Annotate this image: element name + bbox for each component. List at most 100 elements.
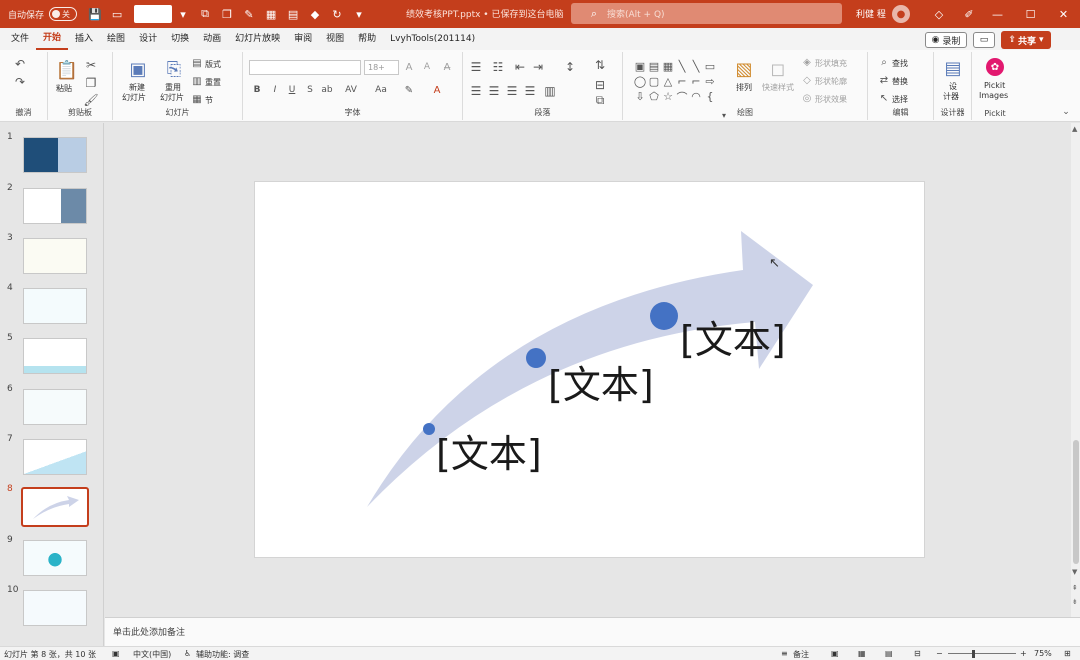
user-name[interactable]: 利健 程 — [856, 7, 886, 20]
zoom-out-icon[interactable]: − — [936, 649, 943, 658]
small-dot[interactable] — [423, 423, 435, 435]
text-placeholder-1[interactable]: [文本] — [436, 435, 542, 473]
shape-icon[interactable]: ◆ — [307, 6, 323, 22]
autosave-control[interactable]: 自动保存 关 — [8, 7, 78, 21]
pickit-logo-icon[interactable]: ✿ — [986, 58, 1004, 76]
bold-icon[interactable]: B — [251, 83, 263, 97]
zoom-slider[interactable] — [948, 653, 1016, 654]
char-spacing-icon[interactable]: AV — [344, 83, 358, 97]
change-case-icon[interactable]: Aa — [372, 83, 390, 97]
line-spacing-icon[interactable]: ↕ — [563, 60, 577, 74]
autosave-toggle[interactable]: 关 — [49, 7, 78, 21]
section-label[interactable]: 节 — [205, 95, 213, 106]
copy-icon[interactable]: ❐ — [219, 6, 235, 22]
premium-icon[interactable]: ◇ — [931, 6, 947, 22]
slide-thumbnail-10[interactable] — [23, 590, 87, 626]
slide-thumbnail-7[interactable] — [23, 439, 87, 475]
decrease-font-icon[interactable]: A — [420, 60, 434, 74]
slide-thumbnail-4[interactable] — [23, 288, 87, 324]
record-button[interactable]: ◉ 录制 — [925, 32, 967, 48]
zoom-level[interactable]: 75% — [1034, 649, 1052, 658]
zoom-in-icon[interactable]: + — [1020, 649, 1027, 658]
tab-transitions[interactable]: 切换 — [164, 28, 196, 50]
slide-thumbnail-5[interactable] — [23, 338, 87, 374]
slide-thumbnail-3[interactable] — [23, 238, 87, 274]
layout-label[interactable]: 版式 — [205, 59, 221, 70]
font-color-icon[interactable]: A — [430, 83, 444, 97]
redo-icon[interactable]: ↷ — [12, 75, 28, 89]
text-direction-icon[interactable]: ⇅ — [593, 58, 607, 72]
align-center-icon[interactable]: ☰ — [487, 84, 501, 98]
shapes-more-icon[interactable]: ▾ — [719, 110, 729, 120]
avatar[interactable]: ● — [892, 5, 910, 23]
close-icon[interactable]: ✕ — [1047, 0, 1080, 28]
language-indicator[interactable]: 中文(中国) — [133, 649, 171, 660]
medium-dot[interactable] — [526, 348, 546, 368]
scroll-down-icon[interactable]: ▼ — [1072, 568, 1077, 576]
slide-sorter-icon[interactable]: ▦ — [858, 649, 866, 658]
quick-font-box[interactable] — [134, 5, 173, 23]
reading-view-icon[interactable]: ▤ — [885, 649, 893, 658]
next-slide-icon[interactable]: ⇟ — [1072, 598, 1078, 606]
table-icon[interactable]: ▦ — [263, 6, 279, 22]
increase-indent-icon[interactable]: ⇥ — [531, 60, 545, 74]
spellcheck-icon[interactable]: ▣ — [112, 649, 120, 658]
replace-label[interactable]: 替换 — [892, 76, 908, 87]
select-label[interactable]: 选择 — [892, 94, 908, 105]
quick-styles-label[interactable]: 快速样式 — [762, 82, 794, 93]
arrange-icon[interactable]: ▧ — [731, 57, 757, 81]
copy-icon[interactable]: ❐ — [84, 76, 98, 90]
shape-fill-label[interactable]: 形状填充 — [815, 58, 847, 69]
normal-view-icon[interactable]: ▣ — [831, 649, 839, 658]
tab-review[interactable]: 审阅 — [287, 28, 319, 50]
format-painter-icon[interactable]: ⧉ — [197, 6, 213, 22]
text-placeholder-2[interactable]: [文本] — [548, 366, 654, 404]
paste-label[interactable]: 粘贴 — [56, 83, 72, 94]
slide-canvas[interactable]: [文本] [文本] [文本] ↖ — [254, 181, 925, 558]
slideshow-icon[interactable]: ▭ — [109, 6, 125, 22]
fit-slide-icon[interactable]: ⊞ — [1064, 649, 1071, 658]
comments-button[interactable]: ▭ — [973, 32, 995, 48]
search-input[interactable]: ⌕ 搜索(Alt + Q) — [571, 3, 842, 24]
font-name-select[interactable] — [249, 60, 361, 75]
slide-thumbnail-8[interactable] — [21, 487, 89, 527]
strikethrough-icon[interactable]: ab — [320, 83, 334, 97]
tab-lvyhtools[interactable]: LvyhTools(201114) — [383, 28, 482, 50]
tab-insert[interactable]: 插入 — [68, 28, 100, 50]
notes-icon[interactable]: ≡ — [781, 649, 788, 658]
find-label[interactable]: 查找 — [892, 58, 908, 69]
arrange-label[interactable]: 排列 — [736, 82, 752, 93]
decrease-indent-icon[interactable]: ⇤ — [513, 60, 527, 74]
slide-thumbnail-6[interactable] — [23, 389, 87, 425]
pen-icon[interactable]: ✐ — [961, 6, 977, 22]
cut-icon[interactable]: ✂ — [84, 58, 98, 72]
slideshow-view-icon[interactable]: ⊟ — [914, 649, 921, 658]
new-slide-icon[interactable]: ▣ — [125, 57, 151, 81]
tab-home[interactable]: 开始 — [36, 28, 69, 50]
reuse-slide-label-2[interactable]: 幻灯片 — [160, 92, 184, 103]
pickit-label-1[interactable]: Pickit — [984, 81, 1005, 90]
redo-icon[interactable]: ↻ — [329, 6, 345, 22]
tab-view[interactable]: 视图 — [319, 28, 351, 50]
font-size-select[interactable]: 18+ — [364, 60, 399, 75]
highlight-icon[interactable]: ✎ — [402, 83, 416, 97]
slide-thumbnail-2[interactable] — [23, 188, 87, 224]
tab-animations[interactable]: 动画 — [196, 28, 228, 50]
undo-icon[interactable]: ↶ — [12, 57, 28, 71]
shadow-icon[interactable]: S — [304, 83, 316, 97]
clear-format-icon[interactable]: A̶ — [440, 60, 454, 74]
shapes-gallery[interactable]: ▣ ▤ ▦ ╲ ╲ ▭ ◯ ▢ △ ⌐ ⌐ ⇨ ⇩ ⬠ ☆ ⌒ ◠ { — [633, 59, 717, 105]
numbering-icon[interactable]: ☷ — [491, 60, 505, 74]
underline-icon[interactable]: U — [286, 83, 298, 97]
text-placeholder-3[interactable]: [文本] — [680, 321, 786, 359]
zoom-slider-handle[interactable] — [972, 650, 975, 658]
bullets-icon[interactable]: ☰ — [469, 60, 483, 74]
scroll-up-icon[interactable]: ▲ — [1072, 125, 1077, 133]
format-painter-icon[interactable]: 🖌 — [83, 93, 98, 107]
slide-thumbnail-1[interactable] — [23, 137, 87, 173]
new-slide-label-2[interactable]: 幻灯片 — [122, 92, 146, 103]
increase-font-icon[interactable]: A — [402, 60, 416, 74]
smartart-icon[interactable]: ⧉ — [593, 93, 607, 107]
reuse-slide-icon[interactable]: ⎘ — [161, 57, 187, 81]
customize-quick-access-icon[interactable]: ▾ — [351, 6, 367, 22]
